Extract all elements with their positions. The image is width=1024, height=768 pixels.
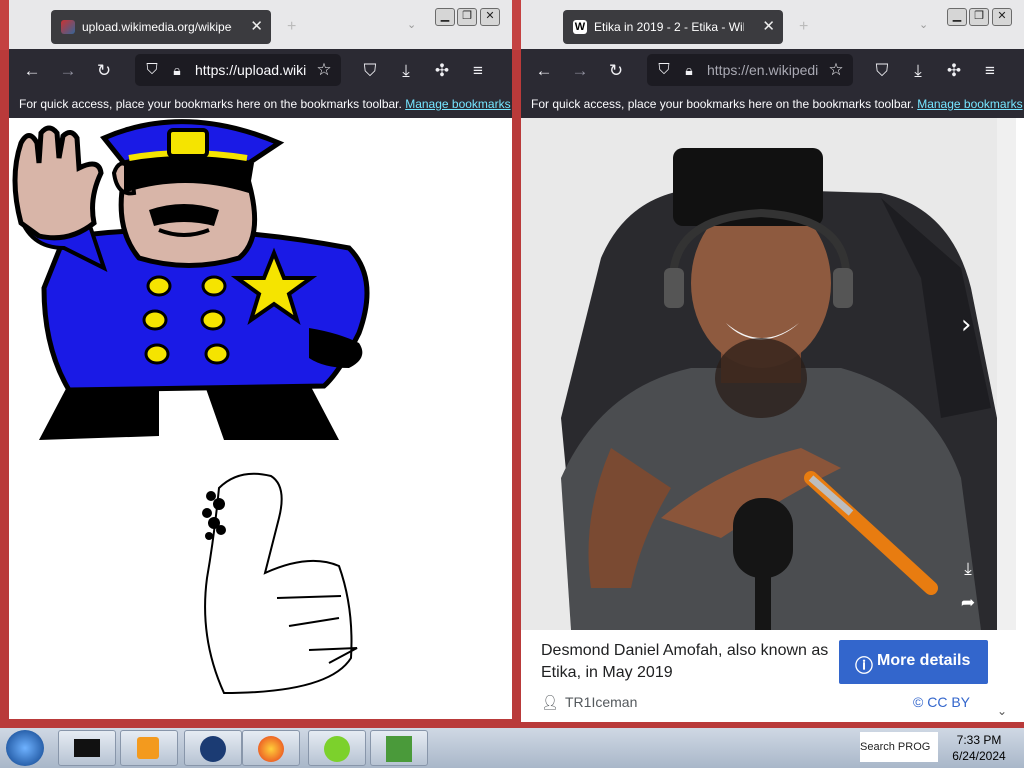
pocket-icon[interactable]: ⛉ xyxy=(359,60,381,82)
bookmark-star-icon[interactable]: ☆ xyxy=(313,59,335,81)
left-browser-window: upload.wikimedia.org/wikipedia ✕ + ⌄ ▁ ❐… xyxy=(9,0,512,722)
svg-text:›: › xyxy=(961,310,971,340)
lock-icon[interactable]: 🔒︎ xyxy=(678,59,700,81)
list-tabs-icon[interactable]: ⌄ xyxy=(919,18,928,31)
right-browser-window: W Etika in 2019 - 2 - Etika - Wikipedia … xyxy=(521,0,1024,722)
reload-icon[interactable]: ↻ xyxy=(93,60,115,82)
thumbs-up-drawing xyxy=(204,472,358,695)
reload-icon[interactable]: ↻ xyxy=(605,60,627,82)
taskbar-app-green[interactable] xyxy=(308,730,366,766)
info-icon: ⓘ xyxy=(855,656,873,676)
user-icon: 👤︎ xyxy=(541,694,559,710)
close-window-button[interactable]: ✕ xyxy=(480,8,500,26)
tab-strip: W Etika in 2019 - 2 - Etika - Wikipedia … xyxy=(521,0,1024,49)
address-bar[interactable]: ⛉ 🔒︎ https://upload.wikimedia.org ☆ xyxy=(135,54,341,86)
clock[interactable]: 7:33 PM 6/24/2024 xyxy=(940,732,1018,764)
bookmarks-message: For quick access, place your bookmarks h… xyxy=(531,97,1023,111)
list-tabs-icon[interactable]: ⌄ xyxy=(407,18,416,31)
wikimedia-favicon-icon xyxy=(61,20,75,34)
author-name[interactable]: TR1Iceman xyxy=(565,694,637,710)
tab-active[interactable]: upload.wikimedia.org/wikipedia ✕ xyxy=(51,10,271,44)
page-content xyxy=(9,118,512,719)
manage-bookmarks-link[interactable]: Manage bookmarks xyxy=(917,97,1022,111)
license-label[interactable]: CC BY xyxy=(927,694,970,710)
image-caption: Desmond Daniel Amofah, also known as Eti… xyxy=(541,642,829,681)
bookmarks-toolbar: For quick access, place your bookmarks h… xyxy=(9,91,512,118)
police-officer-cartoon xyxy=(12,119,370,695)
more-details-label: More details xyxy=(877,652,971,669)
shield-icon[interactable]: ⛉ xyxy=(653,59,675,81)
minimize-button[interactable]: ▁ xyxy=(947,8,967,26)
close-tab-icon[interactable]: ✕ xyxy=(762,17,775,35)
caption-panel: Desmond Daniel Amofah, also known as Eti… xyxy=(521,630,1016,722)
author: 👤︎ TR1Iceman xyxy=(541,694,637,711)
forward-icon[interactable]: → xyxy=(569,60,591,82)
taskbar: Search PROG 7:33 PM 6/24/2024 xyxy=(0,728,1024,768)
nav-toolbar: ← → ↻ ⛉ 🔒︎ https://en.wikipedia ☆ ⛉ ⤓ ✣ … xyxy=(521,49,1024,91)
menu-icon[interactable]: ≡ xyxy=(979,60,1001,82)
minimize-button[interactable]: ▁ xyxy=(435,8,455,26)
more-details-button[interactable]: ⓘ More details xyxy=(839,640,988,684)
back-icon[interactable]: ← xyxy=(533,60,555,82)
share-icon[interactable]: ➦ xyxy=(957,592,979,614)
tab-active[interactable]: W Etika in 2019 - 2 - Etika - Wikipedia … xyxy=(563,10,783,44)
maximize-button[interactable]: ❐ xyxy=(457,8,477,26)
taskbar-app-globe[interactable] xyxy=(184,730,242,766)
tray-search[interactable]: Search PROG xyxy=(860,732,938,762)
license[interactable]: © CC BY xyxy=(913,694,970,710)
cc-icon: © xyxy=(913,694,924,710)
start-button[interactable] xyxy=(6,730,44,766)
clock-time: 7:33 PM xyxy=(956,733,1002,747)
address-bar[interactable]: ⛉ 🔒︎ https://en.wikipedia ☆ xyxy=(647,54,853,86)
bookmark-star-icon[interactable]: ☆ xyxy=(825,59,847,81)
tab-title: Etika in 2019 - 2 - Etika - Wikipedia xyxy=(594,20,744,34)
extensions-icon[interactable]: ✣ xyxy=(431,60,453,82)
url-text[interactable]: https://en.wikipedia xyxy=(707,62,819,78)
new-tab-icon[interactable]: + xyxy=(799,18,808,36)
close-tab-icon[interactable]: ✕ xyxy=(250,17,263,35)
scroll-down-icon[interactable]: ⌄ xyxy=(991,700,1013,722)
nav-toolbar: ← → ↻ ⛉ 🔒︎ https://upload.wikimedia.org … xyxy=(9,49,512,91)
taskbar-app-media-player[interactable] xyxy=(120,730,178,766)
wikipedia-favicon-icon: W xyxy=(573,20,587,34)
tab-title: upload.wikimedia.org/wikipedia xyxy=(82,20,232,34)
bookmarks-message: For quick access, place your bookmarks h… xyxy=(19,97,511,111)
taskbar-app-game[interactable] xyxy=(370,730,428,766)
pocket-icon[interactable]: ⛉ xyxy=(871,60,893,82)
shield-icon[interactable]: ⛉ xyxy=(141,59,163,81)
download-photo-icon[interactable]: ⤓ xyxy=(957,558,979,580)
url-text[interactable]: https://upload.wikimedia.org xyxy=(195,62,307,78)
tab-strip: upload.wikimedia.org/wikipedia ✕ + ⌄ ▁ ❐… xyxy=(9,0,512,49)
maximize-button[interactable]: ❐ xyxy=(969,8,989,26)
lock-icon[interactable]: 🔒︎ xyxy=(166,59,188,81)
extensions-icon[interactable]: ✣ xyxy=(943,60,965,82)
menu-icon[interactable]: ≡ xyxy=(467,60,489,82)
taskbar-app-firefox[interactable] xyxy=(242,730,300,766)
download-icon[interactable]: ⤓ xyxy=(907,60,929,82)
download-icon[interactable]: ⤓ xyxy=(395,60,417,82)
manage-bookmarks-link[interactable]: Manage bookmarks xyxy=(405,97,510,111)
vertical-scrollbar[interactable] xyxy=(997,118,1016,630)
media-viewer: › ⤓ ➦ Desmond Daniel Amofah, also known … xyxy=(521,118,1024,722)
bookmarks-toolbar: For quick access, place your bookmarks h… xyxy=(521,91,1024,118)
taskbar-app-terminal[interactable] xyxy=(58,730,116,766)
close-window-button[interactable]: ✕ xyxy=(992,8,1012,26)
forward-icon[interactable]: → xyxy=(57,60,79,82)
etika-photo: › ⤓ ➦ xyxy=(521,118,997,630)
new-tab-icon[interactable]: + xyxy=(287,18,296,36)
clock-date: 6/24/2024 xyxy=(952,749,1006,763)
back-icon[interactable]: ← xyxy=(21,60,43,82)
